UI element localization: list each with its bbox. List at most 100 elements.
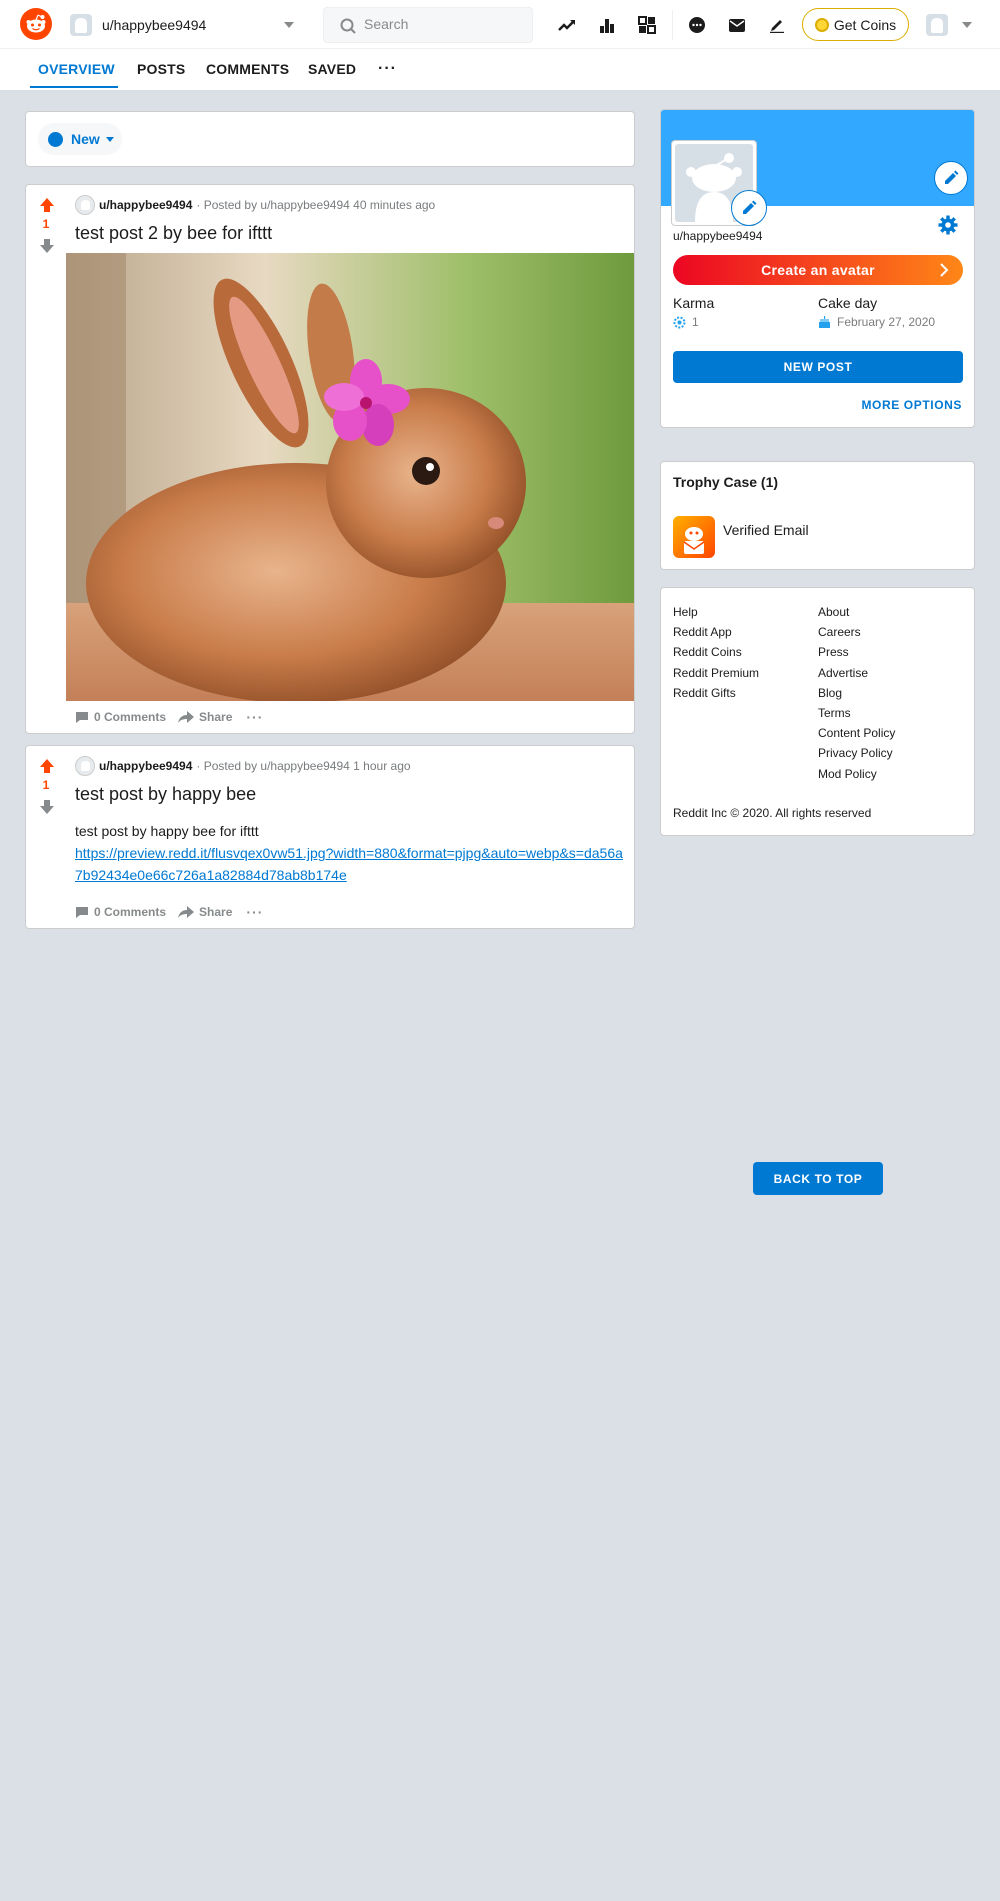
gear-icon[interactable]	[938, 215, 958, 235]
downvote-icon[interactable]	[39, 799, 55, 815]
edit-banner-button[interactable]	[934, 161, 968, 195]
popular-icon[interactable]	[555, 13, 579, 37]
create-avatar-button[interactable]: Create an avatar	[673, 255, 963, 285]
more-options-icon[interactable]: ···	[246, 709, 263, 725]
post-body-text: test post by happy bee for ifttt	[75, 823, 259, 839]
community-switcher[interactable]: u/happybee9494	[70, 10, 294, 40]
vote-column: 1	[26, 746, 66, 928]
footer-link[interactable]: Press	[818, 642, 895, 662]
share-label: Share	[199, 905, 233, 919]
verified-email-trophy-icon	[673, 516, 715, 558]
post-card[interactable]: 1 u/happybee9494 · Posted by u/happybee9…	[25, 745, 635, 929]
profile-card: u/happybee9494 Create an avatar Karma 1 …	[660, 109, 975, 428]
post-body: test post by happy bee for ifttt https:/…	[75, 820, 625, 886]
trophy-case: Trophy Case (1) Verified Email	[660, 461, 975, 570]
post-meta: u/happybee9494 · Posted by u/happybee949…	[75, 756, 411, 776]
share-button[interactable]: Share	[178, 710, 232, 724]
top-nav: u/happybee9494 Get Coins	[0, 0, 1000, 49]
more-options-link[interactable]: MORE OPTIONS	[861, 398, 962, 412]
post-title[interactable]: test post 2 by bee for ifttt	[75, 223, 272, 244]
footer-links-right: About Careers Press Advertise Blog Terms…	[818, 602, 895, 784]
user-avatar-icon	[75, 195, 95, 215]
reddit-logo[interactable]	[20, 8, 52, 40]
downvote-icon[interactable]	[39, 238, 55, 254]
cakeday-date: February 27, 2020	[837, 315, 936, 329]
more-tabs-icon[interactable]: ···	[378, 60, 397, 78]
post-meta: u/happybee9494 · Posted by u/happybee949…	[75, 195, 435, 215]
footer-link[interactable]: Reddit Coins	[673, 642, 759, 662]
footer-link[interactable]: Blog	[818, 683, 895, 703]
footer-link[interactable]: Terms	[818, 703, 895, 723]
footer-link[interactable]: Reddit App	[673, 622, 759, 642]
comments-button[interactable]: 0 Comments	[75, 710, 166, 724]
upvote-icon[interactable]	[39, 197, 55, 213]
search-bar[interactable]	[323, 7, 533, 43]
footer-link[interactable]: About	[818, 602, 895, 622]
post-actions: 0 Comments Share ···	[75, 904, 263, 920]
cake-icon	[819, 315, 830, 328]
footer-link[interactable]: Privacy Policy	[818, 743, 895, 763]
search-input[interactable]	[364, 16, 524, 32]
post-image-bunny[interactable]	[66, 253, 634, 701]
chat-icon[interactable]	[685, 13, 709, 37]
footer-link[interactable]: Reddit Premium	[673, 663, 759, 683]
get-coins-label: Get Coins	[833, 16, 897, 33]
tab-overview[interactable]: OVERVIEW	[38, 61, 115, 77]
footer-link[interactable]: Advertise	[818, 663, 895, 683]
user-avatar-icon	[75, 756, 95, 776]
karma-count: 1	[692, 315, 699, 329]
footer-link[interactable]: Careers	[818, 622, 895, 642]
post-body-link[interactable]: https://preview.redd.it/flusvqex0vw51.jp…	[75, 842, 625, 886]
footer-link[interactable]: Content Policy	[818, 723, 895, 743]
trophy-case-title: Trophy Case (1)	[673, 474, 779, 490]
more-options-icon[interactable]: ···	[246, 904, 263, 920]
post-title[interactable]: test post by happy bee	[75, 784, 256, 805]
pencil-icon	[945, 170, 959, 184]
upvote-icon[interactable]	[39, 758, 55, 774]
sort-bar: New	[25, 111, 635, 167]
tab-posts[interactable]: POSTS	[137, 61, 185, 77]
community-icon[interactable]	[635, 13, 659, 37]
post-actions: 0 Comments Share ···	[75, 709, 263, 725]
subreddit-link[interactable]: u/happybee9494	[99, 198, 192, 212]
share-icon	[178, 905, 195, 918]
footer-links-left: Help Reddit App Reddit Coins Reddit Prem…	[673, 602, 759, 703]
posted-by: · Posted by u/happybee9494 1 hour ago	[196, 759, 411, 773]
sort-new-button[interactable]: New	[38, 123, 122, 155]
active-tab-indicator	[30, 86, 118, 88]
edit-avatar-button[interactable]	[731, 190, 767, 226]
create-post-icon[interactable]	[765, 13, 789, 37]
vote-score: 1	[42, 778, 50, 792]
posted-by: · Posted by u/happybee9494 40 minutes ag…	[196, 198, 436, 212]
footer-link[interactable]: Mod Policy	[818, 764, 895, 784]
all-icon[interactable]	[595, 13, 619, 37]
new-post-button[interactable]: NEW POST	[673, 351, 963, 383]
comment-icon	[76, 711, 88, 723]
chevron-down-icon	[962, 22, 972, 28]
share-label: Share	[199, 710, 233, 724]
karma-icon	[673, 316, 686, 328]
footer-link[interactable]: Reddit Gifts	[673, 683, 759, 703]
comments-button[interactable]: 0 Comments	[75, 905, 166, 919]
share-button[interactable]: Share	[178, 905, 232, 919]
post-card[interactable]: 1 u/happybee9494 · Posted by u/happybee9…	[25, 184, 635, 734]
user-dropdown[interactable]	[924, 12, 972, 38]
tab-comments[interactable]: COMMENTS	[206, 61, 289, 77]
chevron-right-icon	[940, 263, 949, 277]
get-coins-button[interactable]: Get Coins	[802, 8, 909, 41]
user-avatar	[926, 14, 948, 36]
pencil-icon	[743, 200, 757, 214]
profile-username: u/happybee9494	[673, 229, 763, 243]
sort-label: New	[71, 131, 100, 147]
tab-saved[interactable]: SAVED	[308, 61, 356, 77]
karma-value: 1	[673, 315, 699, 329]
mail-icon[interactable]	[725, 13, 749, 37]
trophy-name: Verified Email	[723, 522, 809, 538]
current-page-name: u/happybee9494	[102, 17, 207, 33]
vote-score: 1	[42, 217, 50, 231]
footer-link[interactable]: Help	[673, 602, 759, 622]
comments-count: 0 Comments	[94, 710, 167, 724]
subreddit-link[interactable]: u/happybee9494	[99, 759, 192, 773]
share-icon	[178, 710, 195, 723]
back-to-top-button[interactable]: BACK TO TOP	[753, 1162, 883, 1195]
